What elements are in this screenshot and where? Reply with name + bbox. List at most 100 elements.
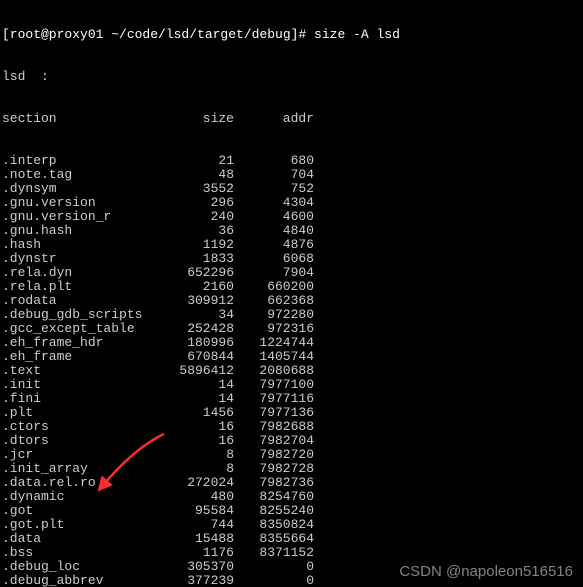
section-size: 21 (154, 154, 234, 168)
table-row: .init_array87982728 (2, 462, 581, 476)
section-size: 95584 (154, 504, 234, 518)
section-addr: 0 (234, 560, 314, 574)
section-size: 296 (154, 196, 234, 210)
section-addr: 7977100 (234, 378, 314, 392)
header-section: section (2, 112, 154, 126)
header-row: section size addr (2, 112, 581, 126)
section-name: .text (2, 364, 154, 378)
section-name: .gnu.version (2, 196, 154, 210)
section-name: .data (2, 532, 154, 546)
section-name: .dynstr (2, 252, 154, 266)
section-name: .eh_frame (2, 350, 154, 364)
section-name: .got (2, 504, 154, 518)
subline: lsd : (2, 70, 581, 84)
table-row: .init147977100 (2, 378, 581, 392)
table-row: .dynstr18336068 (2, 252, 581, 266)
watermark: CSDN @napoleon516516 (399, 565, 573, 579)
section-addr: 2080688 (234, 364, 314, 378)
section-addr: 8254760 (234, 490, 314, 504)
table-row: .dynsym3552752 (2, 182, 581, 196)
section-size: 1192 (154, 238, 234, 252)
section-size: 16 (154, 434, 234, 448)
section-size: 16 (154, 420, 234, 434)
section-addr: 8255240 (234, 504, 314, 518)
table-row: .gnu.hash364840 (2, 224, 581, 238)
section-addr: 7977136 (234, 406, 314, 420)
table-row: .got955848255240 (2, 504, 581, 518)
section-size: 240 (154, 210, 234, 224)
section-size: 744 (154, 518, 234, 532)
section-size: 180996 (154, 336, 234, 350)
section-name: .dynamic (2, 490, 154, 504)
section-name: .got.plt (2, 518, 154, 532)
section-addr: 972316 (234, 322, 314, 336)
section-name: .debug_abbrev (2, 574, 154, 587)
section-addr: 1405744 (234, 350, 314, 364)
section-size: 14 (154, 392, 234, 406)
section-addr: 7982688 (234, 420, 314, 434)
section-name: .bss (2, 546, 154, 560)
section-addr: 7982720 (234, 448, 314, 462)
table-row: .fini147977116 (2, 392, 581, 406)
section-size: 377239 (154, 574, 234, 587)
table-row: .gnu.version2964304 (2, 196, 581, 210)
section-addr: 662368 (234, 294, 314, 308)
section-addr: 7982728 (234, 462, 314, 476)
terminal-output[interactable]: [root@proxy01 ~/code/lsd/target/debug]# … (0, 0, 583, 587)
section-addr: 7904 (234, 266, 314, 280)
section-addr: 660200 (234, 280, 314, 294)
section-size: 652296 (154, 266, 234, 280)
section-addr: 4600 (234, 210, 314, 224)
table-row: .ctors167982688 (2, 420, 581, 434)
table-row: .eh_frame6708441405744 (2, 350, 581, 364)
section-size: 3552 (154, 182, 234, 196)
section-name: .note.tag (2, 168, 154, 182)
section-addr: 6068 (234, 252, 314, 266)
table-row: .plt14567977136 (2, 406, 581, 420)
table-row: .bss11768371152 (2, 546, 581, 560)
section-size: 1833 (154, 252, 234, 266)
section-size: 670844 (154, 350, 234, 364)
section-name: .gnu.hash (2, 224, 154, 238)
section-name: .plt (2, 406, 154, 420)
section-addr: 8371152 (234, 546, 314, 560)
section-size: 252428 (154, 322, 234, 336)
table-row: .jcr87982720 (2, 448, 581, 462)
table-row: .dynamic4808254760 (2, 490, 581, 504)
section-size: 309912 (154, 294, 234, 308)
section-name: .rodata (2, 294, 154, 308)
section-size: 1176 (154, 546, 234, 560)
section-name: .hash (2, 238, 154, 252)
section-name: .dtors (2, 434, 154, 448)
section-addr: 4840 (234, 224, 314, 238)
section-addr: 704 (234, 168, 314, 182)
table-row: .got.plt7448350824 (2, 518, 581, 532)
section-addr: 1224744 (234, 336, 314, 350)
section-name: .init (2, 378, 154, 392)
section-name: .debug_gdb_scripts (2, 308, 154, 322)
table-row: .data154888355664 (2, 532, 581, 546)
section-name: .rela.dyn (2, 266, 154, 280)
section-addr: 972280 (234, 308, 314, 322)
section-size: 15488 (154, 532, 234, 546)
section-size: 5896412 (154, 364, 234, 378)
section-name: .ctors (2, 420, 154, 434)
table-row: .text58964122080688 (2, 364, 581, 378)
section-addr: 752 (234, 182, 314, 196)
shell-prompt: [root@proxy01 ~/code/lsd/target/debug]# … (2, 28, 581, 42)
section-size: 34 (154, 308, 234, 322)
section-size: 36 (154, 224, 234, 238)
table-row: .gnu.version_r2404600 (2, 210, 581, 224)
table-row: .debug_gdb_scripts34972280 (2, 308, 581, 322)
section-addr: 7977116 (234, 392, 314, 406)
section-name: .fini (2, 392, 154, 406)
section-size: 1456 (154, 406, 234, 420)
table-row: .rela.dyn6522967904 (2, 266, 581, 280)
section-addr: 7982704 (234, 434, 314, 448)
table-row: .dtors167982704 (2, 434, 581, 448)
section-size: 305370 (154, 560, 234, 574)
section-addr: 4304 (234, 196, 314, 210)
section-size: 480 (154, 490, 234, 504)
header-size: size (154, 112, 234, 126)
section-addr: 0 (234, 574, 314, 587)
